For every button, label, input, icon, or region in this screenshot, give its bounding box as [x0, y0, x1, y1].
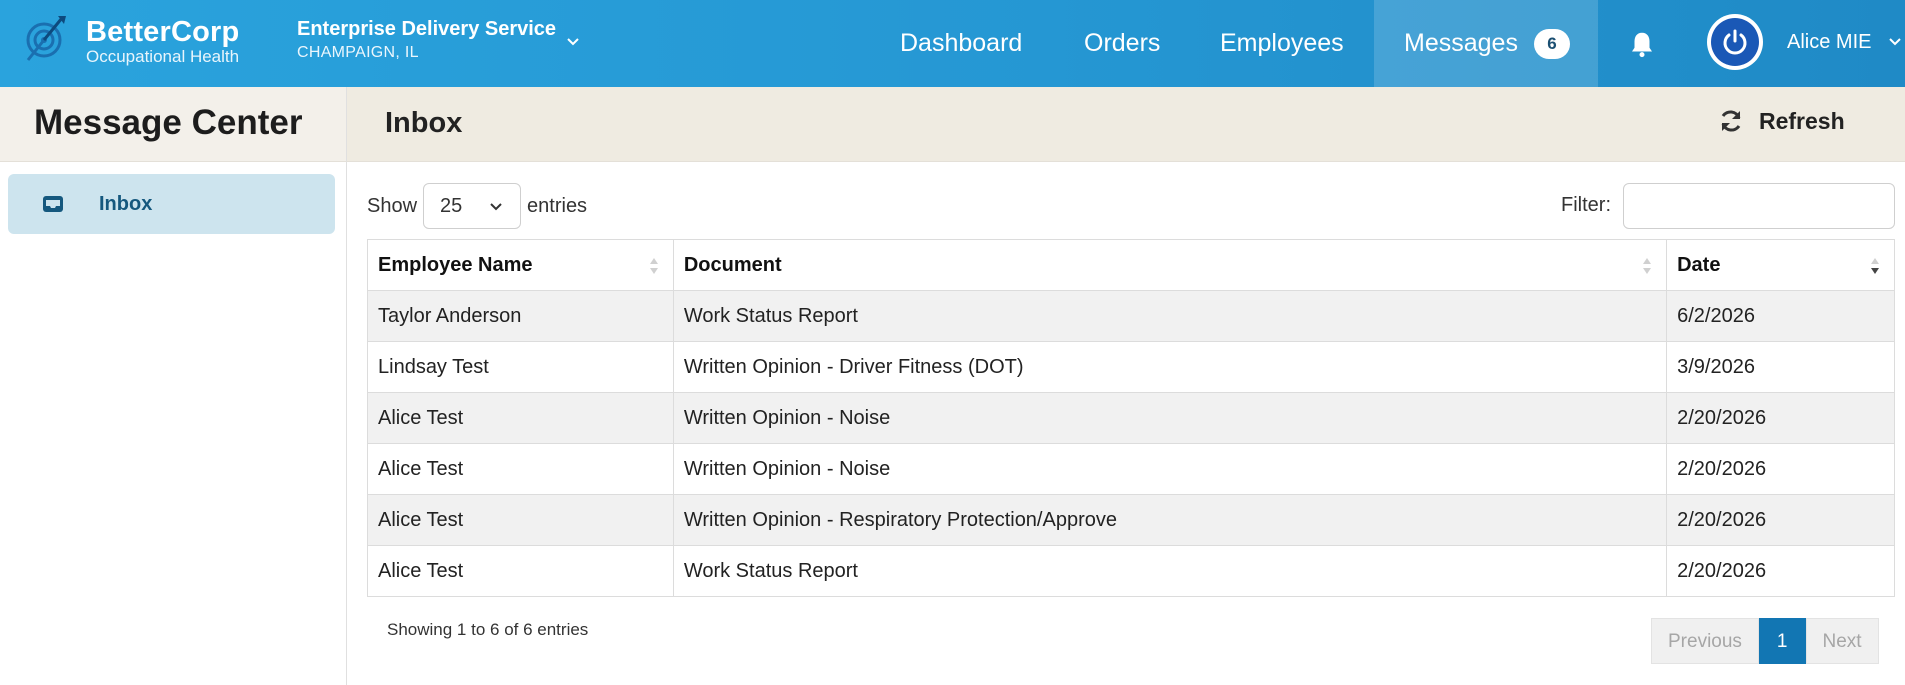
page-size-control: Show 25 entries: [367, 183, 587, 229]
cell-document: Written Opinion - Respiratory Protection…: [672, 494, 1668, 546]
top-navbar: BetterCorp Occupational Health Enterpris…: [0, 0, 1905, 87]
user-name: Alice MIE: [1787, 30, 1872, 53]
column-header-label: Document: [683, 253, 782, 276]
sidebar-item-inbox[interactable]: Inbox: [8, 174, 335, 234]
next-page-button[interactable]: Next: [1805, 618, 1879, 664]
cell-employee-name: Alice Test: [367, 392, 674, 444]
chevron-down-icon[interactable]: [565, 34, 581, 50]
cell-date: 2/20/2026: [1666, 545, 1895, 597]
inbox-icon: [43, 196, 63, 212]
cell-date: 2/20/2026: [1666, 443, 1895, 495]
nav-dashboard[interactable]: Dashboard: [900, 0, 1022, 87]
user-menu[interactable]: Alice MIE: [1707, 14, 1903, 70]
table-row[interactable]: Alice Test Written Opinion - Noise 2/20/…: [367, 392, 1895, 444]
filter-input[interactable]: [1623, 183, 1895, 229]
cell-employee-name: Alice Test: [367, 545, 674, 597]
main-header: Inbox Refresh: [347, 87, 1905, 162]
cell-employee-name: Alice Test: [367, 443, 674, 495]
avatar: [1707, 14, 1763, 70]
table-info: Showing 1 to 6 of 6 entries: [387, 620, 589, 639]
page-title: Inbox: [385, 107, 463, 139]
bell-icon[interactable]: [1627, 29, 1657, 59]
previous-page-button[interactable]: Previous: [1651, 618, 1759, 664]
cell-document: Written Opinion - Noise: [672, 443, 1668, 495]
cell-date: 6/2/2026: [1666, 290, 1895, 342]
table-row[interactable]: Alice Test Written Opinion - Respiratory…: [367, 494, 1895, 546]
chevron-down-icon: [1889, 38, 1902, 46]
refresh-label: Refresh: [1759, 107, 1845, 134]
table-row[interactable]: Alice Test Work Status Report 2/20/2026: [367, 545, 1895, 597]
nav-orders[interactable]: Orders: [1084, 0, 1160, 87]
company-name: Enterprise Delivery Service: [297, 18, 557, 40]
column-header-label: Employee Name: [378, 253, 533, 276]
brand-logo-icon: [26, 16, 66, 61]
messages-table: Employee Name Document Date Taylor Ander: [367, 239, 1895, 597]
table-header-row: Employee Name Document Date: [367, 239, 1895, 291]
nav-messages[interactable]: Messages 6: [1374, 0, 1598, 87]
page-size-value: 25: [440, 194, 463, 217]
sidebar: Inbox: [0, 162, 347, 685]
brand-subtitle: Occupational Health: [86, 47, 240, 66]
filter-label: Filter:: [1561, 194, 1611, 216]
power-icon: [1723, 29, 1747, 55]
nav-messages-label: Messages: [1404, 29, 1518, 57]
cell-date: 3/9/2026: [1666, 341, 1895, 393]
sort-icon: [649, 258, 658, 274]
column-header-label: Date: [1677, 253, 1721, 276]
table-row[interactable]: Lindsay Test Written Opinion - Driver Fi…: [367, 341, 1895, 393]
entries-label: entries: [527, 194, 588, 217]
column-header-document[interactable]: Document: [672, 239, 1668, 291]
cell-employee-name: Alice Test: [367, 494, 674, 546]
page-size-select[interactable]: 25: [423, 183, 522, 229]
column-header-date[interactable]: Date: [1666, 239, 1895, 291]
nav-employees[interactable]: Employees: [1220, 0, 1344, 87]
cell-document: Written Opinion - Driver Fitness (DOT): [672, 341, 1668, 393]
brand-name: BetterCorp: [86, 16, 240, 48]
nav-dashboard-label: Dashboard: [900, 29, 1023, 57]
cell-date: 2/20/2026: [1666, 392, 1895, 444]
nav-employees-label: Employees: [1220, 29, 1344, 57]
cell-document: Work Status Report: [672, 290, 1668, 342]
cell-employee-name: Lindsay Test: [367, 341, 674, 393]
sort-icon: [1643, 258, 1652, 274]
sidebar-header: Message Center: [0, 87, 347, 162]
cell-date: 2/20/2026: [1666, 494, 1895, 546]
table-row[interactable]: Alice Test Written Opinion - Noise 2/20/…: [367, 443, 1895, 495]
company-location: CHAMPAIGN, IL: [297, 44, 419, 61]
sidebar-title: Message Center: [34, 103, 303, 142]
cell-employee-name: Taylor Anderson: [367, 290, 674, 342]
refresh-button[interactable]: Refresh: [1717, 107, 1845, 135]
company-selector[interactable]: Enterprise Delivery Service CHAMPAIGN, I…: [297, 17, 556, 64]
cell-document: Work Status Report: [672, 545, 1668, 597]
cell-document: Written Opinion - Noise: [672, 392, 1668, 444]
chevron-down-icon: [490, 203, 502, 211]
messages-count-badge: 6: [1533, 28, 1570, 59]
pagination: Previous 1 Next: [1651, 618, 1879, 664]
sort-desc-icon: [1871, 258, 1879, 274]
column-header-employee-name[interactable]: Employee Name: [367, 239, 674, 291]
nav-orders-label: Orders: [1084, 29, 1161, 57]
refresh-icon: [1721, 110, 1741, 132]
sidebar-item-label: Inbox: [99, 192, 153, 215]
table-row[interactable]: Taylor Anderson Work Status Report 6/2/2…: [367, 290, 1895, 342]
page-1-button[interactable]: 1: [1758, 618, 1806, 664]
show-label: Show: [367, 194, 418, 217]
brand[interactable]: BetterCorp Occupational Health: [22, 14, 239, 70]
